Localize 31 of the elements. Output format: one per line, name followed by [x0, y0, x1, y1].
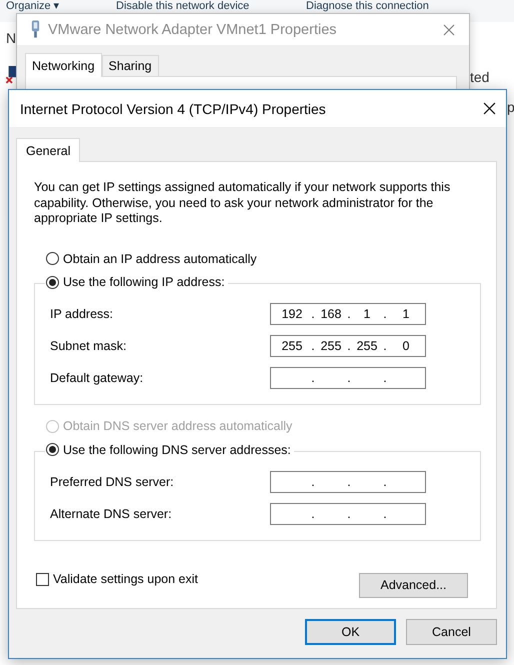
field-label: IP address:	[50, 307, 114, 321]
radio-button[interactable]: Use the following IP address:	[45, 275, 228, 289]
input-field[interactable]: . . .	[270, 470, 426, 492]
close-icon[interactable]	[483, 102, 496, 115]
input-field[interactable]: . . .	[270, 367, 426, 389]
toolbar-item[interactable]: Organize ▾	[6, 0, 60, 12]
field-label: Subnet mask:	[50, 339, 126, 353]
toolbar-item[interactable]: Diagnose this connection	[306, 0, 429, 12]
checkbox[interactable]: Validate settings upon exit	[36, 572, 198, 586]
adapter-icon	[31, 20, 40, 39]
radio-button[interactable]: Obtain an IP address automatically	[46, 252, 257, 266]
field-label: Default gateway:	[50, 371, 144, 385]
tab[interactable]: General	[16, 138, 80, 162]
tab[interactable]: Networking	[25, 53, 102, 77]
input-field[interactable]: 192 . 168 . 1 . 1	[270, 303, 426, 325]
dialog-button[interactable]: Cancel	[406, 619, 497, 645]
input-field[interactable]: 255 . 255 . 255 . 0	[270, 335, 426, 357]
input-field[interactable]: . . .	[270, 502, 426, 524]
advanced-button[interactable]: Advanced...	[359, 572, 468, 598]
window-text: ted	[470, 69, 490, 85]
description-text: You can get IP settings assigned automatically if your network supports this capability. Otherwise, you need to ask your network administrator for the appropriate IP settings.	[34, 180, 452, 226]
radio-button[interactable]: Use the following DNS server addresses:	[45, 442, 294, 456]
window-text: p	[507, 99, 514, 115]
window-text: N	[6, 30, 16, 46]
dialog-button[interactable]: OK	[305, 619, 396, 645]
window-title: VMware Network Adapter VMnet1 Properties	[48, 22, 338, 38]
toolbar-item[interactable]: Disable this network device	[116, 0, 250, 12]
tab[interactable]: Sharing	[102, 55, 159, 76]
field-label: Alternate DNS server:	[50, 506, 172, 520]
window-title: Internet Protocol Version 4 (TCP/IPv4) Properties	[20, 100, 326, 116]
field-label: Preferred DNS server:	[50, 474, 174, 488]
